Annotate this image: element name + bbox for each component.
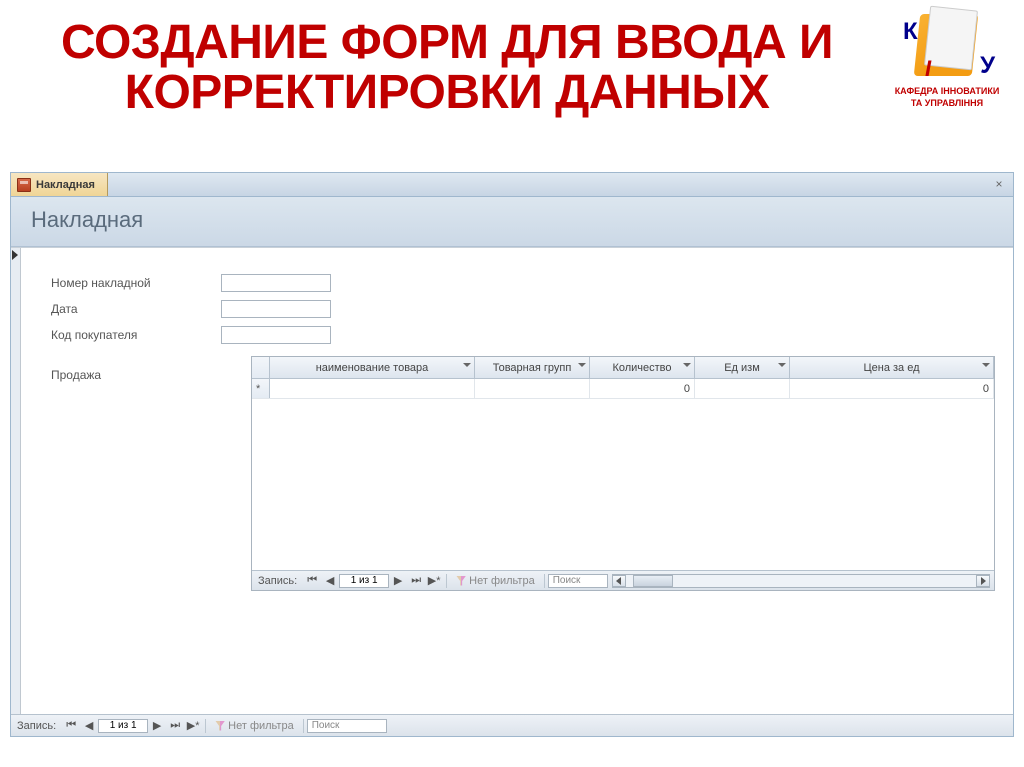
scroll-right-button[interactable]	[976, 575, 990, 587]
scroll-left-button[interactable]	[612, 575, 626, 587]
tab-label: Накладная	[36, 179, 95, 191]
column-header-name[interactable]: наименование товара	[270, 357, 475, 378]
input-date[interactable]	[221, 300, 331, 318]
label-subform-sale: Продажа	[51, 368, 101, 382]
scroll-thumb[interactable]	[633, 575, 673, 587]
filter-indicator[interactable]: Нет фильтра	[450, 575, 541, 587]
form-search[interactable]: Поиск	[307, 719, 387, 733]
funnel-icon	[456, 576, 466, 586]
nav-next-button[interactable]: ▶	[389, 573, 407, 589]
access-form-window: Накладная × Накладная Номер накладной Да…	[10, 172, 1014, 737]
cell-unit[interactable]	[695, 379, 790, 398]
department-logo: К І У КАФЕДРА ІННОВАТИКИ ТА УПРАВЛІННЯ	[882, 8, 1012, 109]
chevron-down-icon	[578, 363, 586, 367]
form-body: Номер накладной Дата Код покупателя Прод…	[11, 247, 1013, 714]
current-record-icon	[12, 250, 18, 260]
label-buyer-code: Код покупателя	[51, 328, 221, 342]
subform-hscrollbar[interactable]	[612, 574, 990, 588]
filter-indicator[interactable]: Нет фильтра	[209, 720, 300, 732]
column-header-qty[interactable]: Количество	[590, 357, 695, 378]
column-header-unit[interactable]: Ед изм	[695, 357, 790, 378]
subform-grid: наименование товара Товарная групп Колич…	[252, 357, 994, 570]
nav-last-button[interactable]: ⏭	[407, 573, 425, 589]
cell-price[interactable]: 0	[790, 379, 994, 398]
chevron-down-icon	[778, 363, 786, 367]
column-header-price[interactable]: Цена за ед	[790, 357, 994, 378]
form-nav: Запись: ⏮ ◀ ▶ ⏭ ▶* Нет фильтра Поиск	[11, 714, 1013, 736]
form-header: Накладная	[11, 197, 1013, 247]
nav-new-button[interactable]: ▶*	[425, 573, 443, 589]
grid-new-row[interactable]: * 0 0	[252, 379, 994, 399]
subform-sale: наименование товара Товарная групп Колич…	[251, 356, 995, 591]
slide-title: СОЗДАНИЕ ФОРМ ДЛЯ ВВОДА И КОРРЕКТИРОВКИ …	[0, 0, 1024, 119]
nav-position[interactable]	[339, 574, 389, 588]
form-icon	[17, 178, 31, 192]
tab-bar: Накладная ×	[11, 173, 1013, 197]
cell-group[interactable]	[475, 379, 590, 398]
new-row-marker: *	[252, 379, 270, 398]
chevron-down-icon	[982, 363, 990, 367]
subform-search[interactable]: Поиск	[548, 574, 608, 588]
nav-prev-button[interactable]: ◀	[321, 573, 339, 589]
nav-new-button[interactable]: ▶*	[184, 718, 202, 734]
nav-record-label: Запись:	[11, 720, 62, 732]
nav-position[interactable]	[98, 719, 148, 733]
chevron-down-icon	[463, 363, 471, 367]
nav-record-label: Запись:	[252, 575, 303, 587]
nav-next-button[interactable]: ▶	[148, 718, 166, 734]
funnel-icon	[215, 721, 225, 731]
form-title: Накладная	[31, 207, 143, 232]
cell-qty[interactable]: 0	[590, 379, 695, 398]
nav-last-button[interactable]: ⏭	[166, 718, 184, 734]
subform-nav: Запись: ⏮ ◀ ▶ ⏭ ▶* Нет фильтра Поиск	[252, 570, 994, 590]
tab-invoice[interactable]: Накладная	[11, 173, 108, 196]
nav-first-button[interactable]: ⏮	[303, 573, 321, 589]
nav-first-button[interactable]: ⏮	[62, 718, 80, 734]
input-buyer-code[interactable]	[221, 326, 331, 344]
input-invoice-no[interactable]	[221, 274, 331, 292]
label-date: Дата	[51, 302, 221, 316]
close-icon[interactable]: ×	[991, 176, 1007, 192]
chevron-down-icon	[683, 363, 691, 367]
cell-name[interactable]	[270, 379, 475, 398]
label-invoice-no: Номер накладной	[51, 276, 221, 290]
nav-prev-button[interactable]: ◀	[80, 718, 98, 734]
grid-select-all[interactable]	[252, 357, 270, 378]
record-selector[interactable]	[11, 248, 21, 714]
column-header-group[interactable]: Товарная групп	[475, 357, 590, 378]
